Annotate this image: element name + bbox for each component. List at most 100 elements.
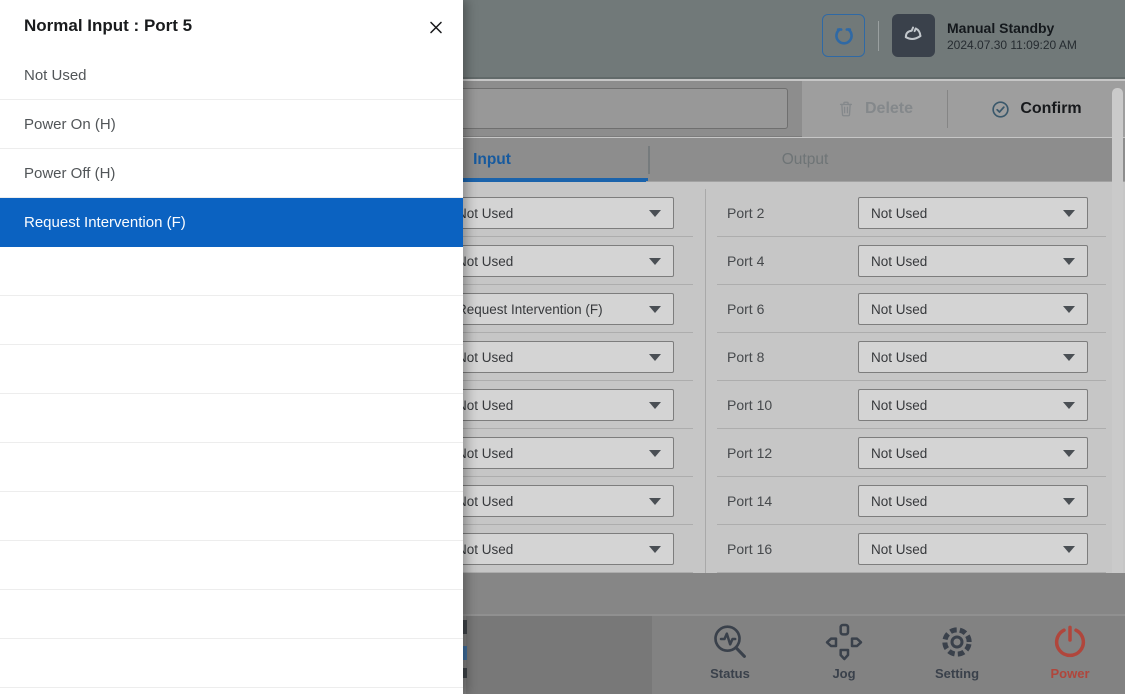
port-row: Port 6 Not Used bbox=[717, 285, 1106, 333]
nav-label-power: Power bbox=[1050, 666, 1089, 681]
option-label: Power Off (H) bbox=[24, 165, 115, 182]
dropdown-value: Not Used bbox=[871, 206, 1057, 221]
port-value-dropdown[interactable]: Not Used bbox=[444, 197, 674, 229]
occluded-nav-fragment bbox=[463, 646, 467, 660]
option-label: Request Intervention (F) bbox=[24, 214, 186, 231]
port-value-dropdown[interactable]: Not Used bbox=[858, 197, 1088, 229]
port-value-dropdown[interactable]: Not Used bbox=[444, 533, 674, 565]
option-empty-row bbox=[0, 345, 463, 394]
chevron-down-icon bbox=[1063, 354, 1075, 361]
jog-dpad-icon bbox=[824, 622, 864, 662]
nav-label-jog: Jog bbox=[832, 666, 855, 681]
chevron-down-icon bbox=[649, 546, 661, 553]
chevron-down-icon bbox=[1063, 450, 1075, 457]
port-value-dropdown[interactable]: Not Used bbox=[444, 245, 674, 277]
option-label: Not Used bbox=[24, 67, 87, 84]
occluded-nav-fragment bbox=[463, 668, 467, 678]
option-empty-row bbox=[0, 492, 463, 541]
port-value-dropdown[interactable]: Not Used bbox=[444, 485, 674, 517]
screen: Manual Standby 2024.07.30 11:09:20 AM De… bbox=[0, 0, 1125, 694]
dropdown-value: Not Used bbox=[457, 446, 643, 461]
dropdown-value: Not Used bbox=[871, 302, 1057, 317]
dropdown-value: Not Used bbox=[871, 350, 1057, 365]
port-row: Port 16 Not Used bbox=[717, 525, 1106, 573]
port-row: Port 14 Not Used bbox=[717, 477, 1106, 525]
robot-state: Manual Standby 2024.07.30 11:09:20 AM bbox=[947, 19, 1110, 53]
hand-manual-mode-icon bbox=[900, 22, 928, 50]
robot-state-timestamp: 2024.07.30 11:09:20 AM bbox=[947, 37, 1110, 53]
power-icon bbox=[1050, 622, 1090, 662]
port-value-dropdown[interactable]: Request Intervention (F) bbox=[444, 293, 674, 325]
option-empty-row bbox=[0, 590, 463, 639]
dropdown-value: Not Used bbox=[457, 494, 643, 509]
chevron-down-icon bbox=[1063, 306, 1075, 313]
port-column-divider bbox=[705, 189, 706, 573]
chevron-down-icon bbox=[649, 498, 661, 505]
toolbar-buttons: Delete Confirm bbox=[802, 81, 1125, 137]
dropdown-value: Not Used bbox=[871, 254, 1057, 269]
port-label: Port 16 bbox=[727, 525, 772, 573]
dropdown-value: Not Used bbox=[457, 206, 643, 221]
occluded-nav-fragment bbox=[463, 620, 467, 634]
manual-mode-button[interactable] bbox=[892, 14, 935, 57]
dropdown-value: Not Used bbox=[871, 542, 1057, 557]
close-button[interactable] bbox=[422, 13, 450, 41]
tab-output[interactable]: Output bbox=[648, 138, 962, 182]
chevron-down-icon bbox=[1063, 498, 1075, 505]
setting-gear-icon bbox=[937, 622, 977, 662]
chevron-down-icon bbox=[1063, 258, 1075, 265]
port-value-dropdown[interactable]: Not Used bbox=[444, 341, 674, 373]
port-label: Port 4 bbox=[727, 237, 764, 285]
delete-button[interactable]: Delete bbox=[802, 81, 947, 137]
port-value-dropdown[interactable]: Not Used bbox=[858, 485, 1088, 517]
port-value-dropdown[interactable]: Not Used bbox=[858, 389, 1088, 421]
option-empty-row bbox=[0, 639, 463, 688]
chevron-down-icon bbox=[649, 306, 661, 313]
nav-item-setting[interactable]: Setting bbox=[909, 622, 1005, 692]
port-value-dropdown[interactable]: Not Used bbox=[444, 389, 674, 421]
nav-label-status: Status bbox=[710, 666, 750, 681]
dropdown-value: Not Used bbox=[871, 494, 1057, 509]
port-option-modal: Normal Input : Port 5 Not Used Power On … bbox=[0, 0, 463, 694]
confirm-button[interactable]: Confirm bbox=[947, 81, 1125, 137]
chevron-down-icon bbox=[649, 210, 661, 217]
option-list: Not Used Power On (H) Power Off (H) Requ… bbox=[0, 51, 463, 688]
gripper-icon bbox=[831, 23, 857, 49]
gripper-button[interactable] bbox=[822, 14, 865, 57]
nav-item-power[interactable]: Power bbox=[1022, 622, 1118, 692]
delete-label: Delete bbox=[865, 100, 913, 118]
option-power-off[interactable]: Power Off (H) bbox=[0, 149, 463, 198]
port-label: Port 2 bbox=[727, 189, 764, 237]
option-empty-row bbox=[0, 394, 463, 443]
nav-item-jog[interactable]: Jog bbox=[796, 622, 892, 692]
option-power-on[interactable]: Power On (H) bbox=[0, 100, 463, 149]
dropdown-value: Not Used bbox=[457, 398, 643, 413]
port-value-dropdown[interactable]: Not Used bbox=[858, 533, 1088, 565]
chevron-down-icon bbox=[1063, 546, 1075, 553]
option-empty-row bbox=[0, 541, 463, 590]
option-not-used[interactable]: Not Used bbox=[0, 51, 463, 100]
port-value-dropdown[interactable]: Not Used bbox=[858, 341, 1088, 373]
dropdown-value: Not Used bbox=[457, 254, 643, 269]
chevron-down-icon bbox=[1063, 402, 1075, 409]
port-row: Port 2 Not Used bbox=[717, 189, 1106, 237]
port-value-dropdown[interactable]: Not Used bbox=[858, 293, 1088, 325]
port-label: Port 14 bbox=[727, 477, 772, 525]
option-request-intervention-selected[interactable]: Request Intervention (F) bbox=[0, 198, 463, 247]
port-value-dropdown[interactable]: Not Used bbox=[858, 245, 1088, 277]
robot-state-label: Manual Standby bbox=[947, 19, 1110, 37]
chevron-down-icon bbox=[1063, 210, 1075, 217]
option-empty-row bbox=[0, 443, 463, 492]
modal-title: Normal Input : Port 5 bbox=[24, 16, 192, 36]
port-label: Port 8 bbox=[727, 333, 764, 381]
chevron-down-icon bbox=[649, 354, 661, 361]
port-value-dropdown[interactable]: Not Used bbox=[858, 437, 1088, 469]
toolbar-button-divider bbox=[947, 90, 948, 128]
port-value-dropdown[interactable]: Not Used bbox=[444, 437, 674, 469]
nav-item-status[interactable]: Status bbox=[682, 622, 778, 692]
port-row: Port 12 Not Used bbox=[717, 429, 1106, 477]
dropdown-value: Not Used bbox=[871, 398, 1057, 413]
status-magnifier-icon bbox=[710, 622, 750, 662]
scrollbar[interactable] bbox=[1112, 88, 1123, 608]
port-column-right: Port 2 Not Used Port 4 Not Used Port 6 N… bbox=[717, 189, 1106, 573]
